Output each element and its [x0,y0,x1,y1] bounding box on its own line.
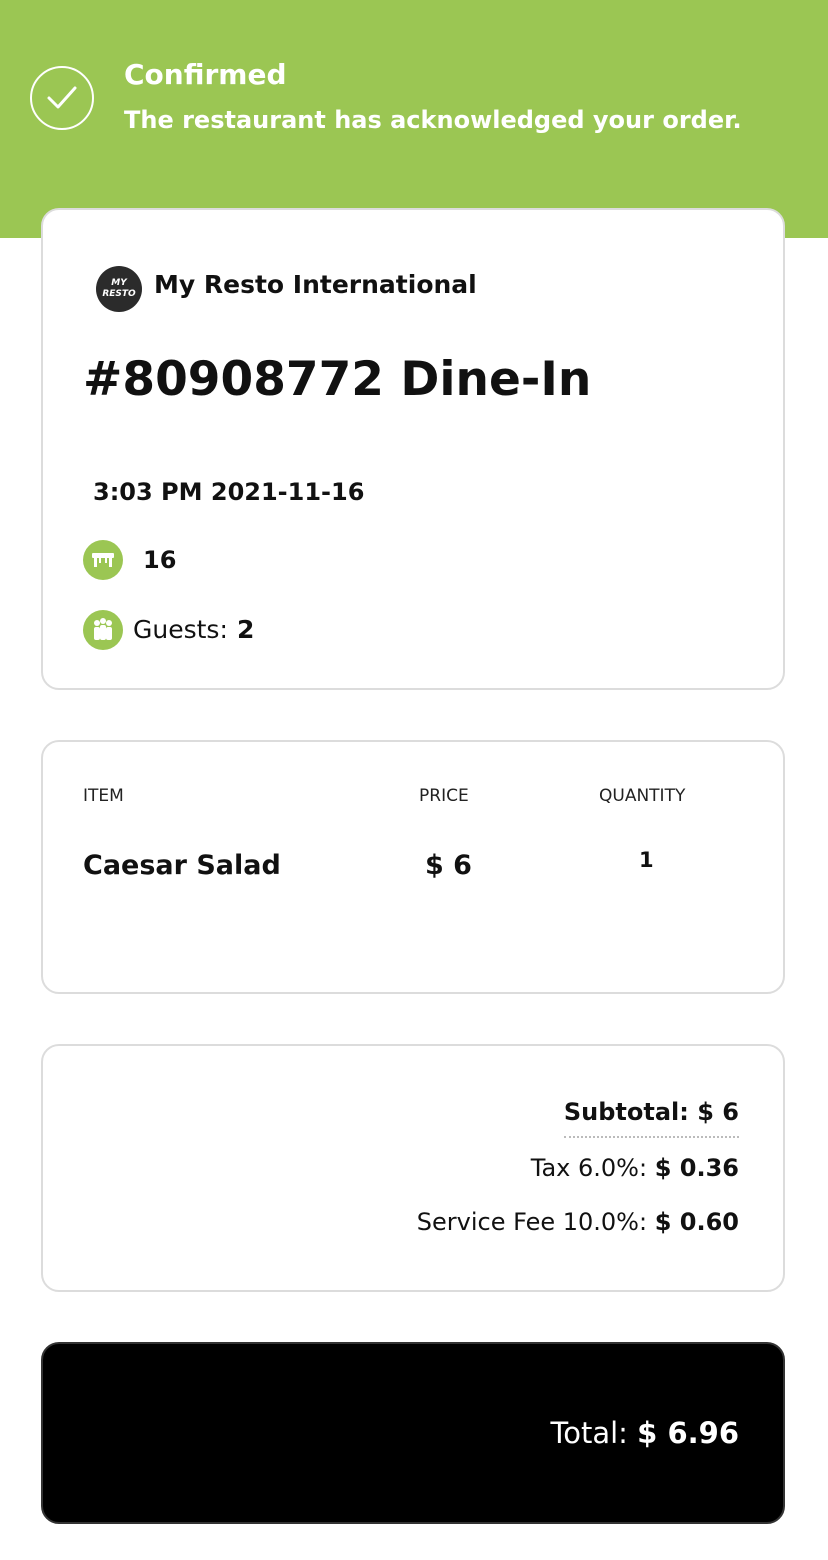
status-banner: Confirmed The restaurant has acknowledge… [0,0,828,238]
tax-value: $ 0.36 [654,1154,739,1182]
order-info-card: MY RESTO My Resto International #8090877… [41,208,785,690]
order-total-card: Total: $ 6.96 [41,1342,785,1524]
total-label: Total: [550,1416,628,1450]
order-summary-card: Subtotal: $ 6 Tax 6.0%: $ 0.36 Service F… [41,1044,785,1292]
service-fee-value: $ 0.60 [654,1208,739,1236]
table-number: 16 [143,546,177,574]
tax-row: Tax 6.0%: $ 0.36 [531,1154,739,1182]
service-fee-label: Service Fee 10.0%: [416,1208,648,1236]
status-title: Confirmed [124,58,287,91]
subtotal-row: Subtotal: $ 6 [563,1098,739,1138]
service-fee-row: Service Fee 10.0%: $ 0.60 [417,1208,739,1236]
restaurant-name: My Resto International [154,270,477,299]
guests-label: Guests: [133,615,228,644]
logo-text-line2: RESTO [102,289,136,299]
order-timestamp: 3:03 PM 2021-11-16 [93,478,365,506]
column-header-item: ITEM [83,786,124,806]
column-header-quantity: QUANTITY [599,786,686,806]
column-header-price: PRICE [419,786,469,806]
tax-label: Tax 6.0%: [530,1154,648,1182]
order-confirmation-page: Confirmed The restaurant has acknowledge… [0,0,828,1560]
order-items-card: ITEM PRICE QUANTITY Caesar Salad $ 6 1 [41,740,785,994]
total-row: Total: $ 6.96 [550,1416,739,1450]
logo-text-line1: MY [111,278,127,288]
status-message: The restaurant has acknowledged your ord… [124,106,742,134]
guests-icon [83,610,123,650]
check-icon [30,66,94,130]
table-icon [83,540,123,580]
restaurant-logo: MY RESTO [96,266,142,312]
subtotal-value: $ 6 [697,1098,739,1126]
item-name: Caesar Salad [83,850,281,881]
order-title: #80908772 Dine-In [83,352,592,407]
item-quantity: 1 [639,848,654,872]
item-price: $ 6 [425,850,472,881]
guests-count: 2 [237,615,255,644]
subtotal-label: Subtotal: [563,1098,689,1126]
total-value: $ 6.96 [637,1416,739,1450]
